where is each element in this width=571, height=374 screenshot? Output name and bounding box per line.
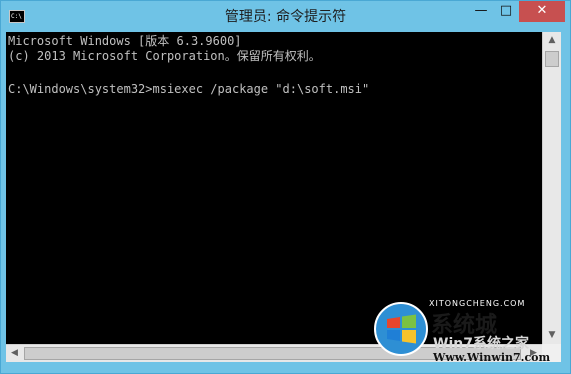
scroll-up-icon[interactable]: ▲ bbox=[543, 32, 561, 49]
console-line: (c) 2013 Microsoft Corporation。保留所有权利。 bbox=[8, 49, 321, 63]
console-line: Microsoft Windows [版本 6.3.9600] bbox=[8, 34, 242, 48]
minimize-button[interactable]: — bbox=[469, 1, 493, 22]
title-bar[interactable]: C:\ 管理员: 命令提示符 — □ ✕ bbox=[1, 1, 570, 31]
scroll-left-icon[interactable]: ◀ bbox=[6, 345, 23, 362]
windows-logo-icon bbox=[374, 302, 428, 356]
command-prompt-window: C:\ 管理员: 命令提示符 — □ ✕ Microsoft Windows [… bbox=[0, 0, 571, 374]
maximize-button[interactable]: □ bbox=[493, 1, 519, 22]
console-line: C:\Windows\system32>msiexec /package "d:… bbox=[8, 82, 370, 96]
vertical-scroll-thumb[interactable] bbox=[545, 51, 559, 67]
watermark-subtitle: Win7系统之家 bbox=[433, 336, 529, 352]
watermark-url: Www.Winwin7.com bbox=[433, 351, 551, 364]
close-button[interactable]: ✕ bbox=[519, 1, 565, 22]
site-watermark: XITONGCHENG.COM 系统城 Win7系统之家 Www.Winwin7… bbox=[373, 297, 569, 373]
